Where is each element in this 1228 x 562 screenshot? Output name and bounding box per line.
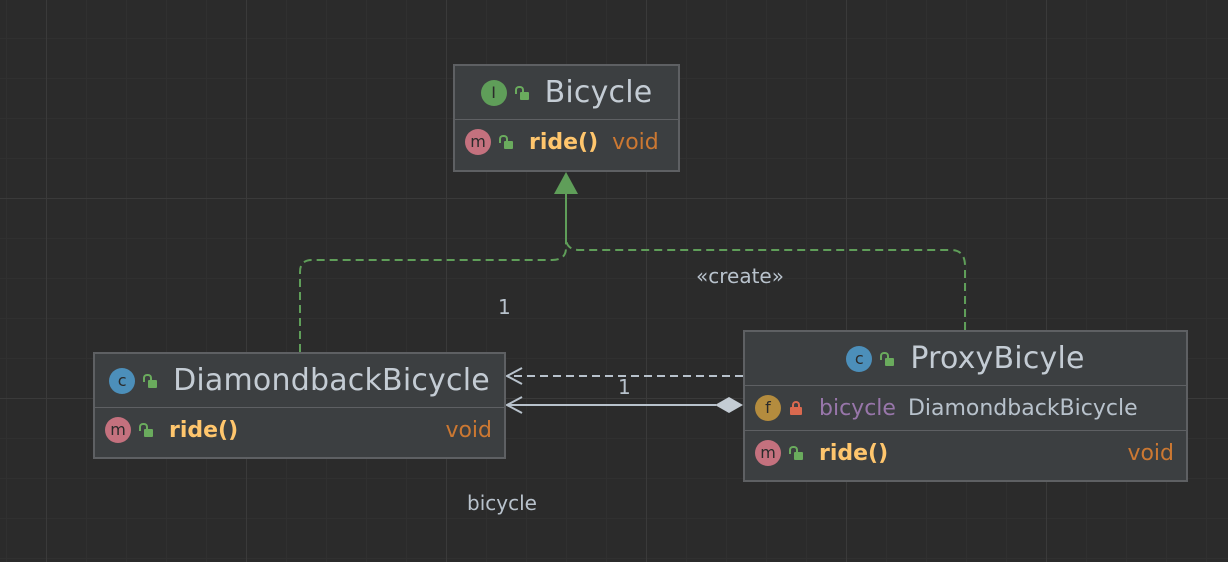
aggregation-multiplicity-label: 1 (618, 375, 631, 399)
public-visibility-icon (789, 446, 803, 460)
class-icon: c (846, 345, 873, 372)
method-icon: m (755, 440, 781, 466)
diagram-canvas[interactable]: I Bicycle m ride() void c DiamondbackBic… (0, 0, 1228, 562)
bicycle-method-row[interactable]: m ride() void (455, 120, 678, 164)
diamondback-methods: m ride() void (95, 408, 504, 452)
public-visibility-icon (880, 351, 895, 366)
private-visibility-icon (789, 401, 803, 415)
method-name: ride() (169, 417, 239, 443)
method-icon: m (105, 417, 131, 443)
proxy-class-node[interactable]: c ProxyBicyle f bicycle DiamondbackBicyc… (743, 330, 1188, 482)
proxy-title: ProxyBicyle (910, 341, 1085, 376)
field-name: bicycle (819, 395, 896, 421)
proxy-fields: f bicycle DiamondbackBicycle (745, 386, 1186, 431)
aggregation-diamond (715, 397, 743, 413)
diamondback-method-row[interactable]: m ride() void (95, 408, 504, 452)
method-name: ride() (819, 440, 889, 466)
bicycle-header: I Bicycle (455, 66, 678, 120)
field-type: DiamondbackBicycle (907, 395, 1138, 421)
realization-edge-proxy[interactable] (565, 192, 966, 330)
realization-edge-diamondback[interactable] (299, 192, 567, 352)
method-return-type: void (612, 129, 659, 155)
proxy-method-row[interactable]: m ride() void (745, 431, 1186, 475)
create-stereotype-label: «create» (696, 264, 784, 288)
public-visibility-icon (499, 135, 513, 149)
method-return-type: void (1127, 440, 1174, 466)
aggregation-role-label: bicycle (467, 491, 537, 515)
method-return-type: void (445, 417, 492, 443)
public-visibility-icon (139, 423, 153, 437)
bicycle-title: Bicycle (544, 75, 653, 110)
method-name: ride() (529, 129, 599, 155)
realization-arrowhead (554, 172, 578, 194)
class-icon: c (109, 367, 136, 394)
proxy-field-row[interactable]: f bicycle DiamondbackBicycle (745, 386, 1186, 430)
method-icon: m (465, 129, 491, 155)
implements-multiplicity-label: 1 (498, 295, 511, 319)
interface-icon: I (480, 79, 507, 106)
proxy-header: c ProxyBicyle (745, 332, 1186, 386)
diamondback-title: DiamondbackBicycle (173, 363, 490, 398)
diamondback-class-node[interactable]: c DiamondbackBicycle m ride() void (93, 352, 506, 459)
diamondback-header: c DiamondbackBicycle (95, 354, 504, 408)
proxy-methods: m ride() void (745, 431, 1186, 475)
bicycle-interface-node[interactable]: I Bicycle m ride() void (453, 64, 680, 172)
public-visibility-icon (514, 85, 529, 100)
public-visibility-icon (143, 373, 158, 388)
bicycle-methods: m ride() void (455, 120, 678, 164)
field-icon: f (755, 395, 781, 421)
